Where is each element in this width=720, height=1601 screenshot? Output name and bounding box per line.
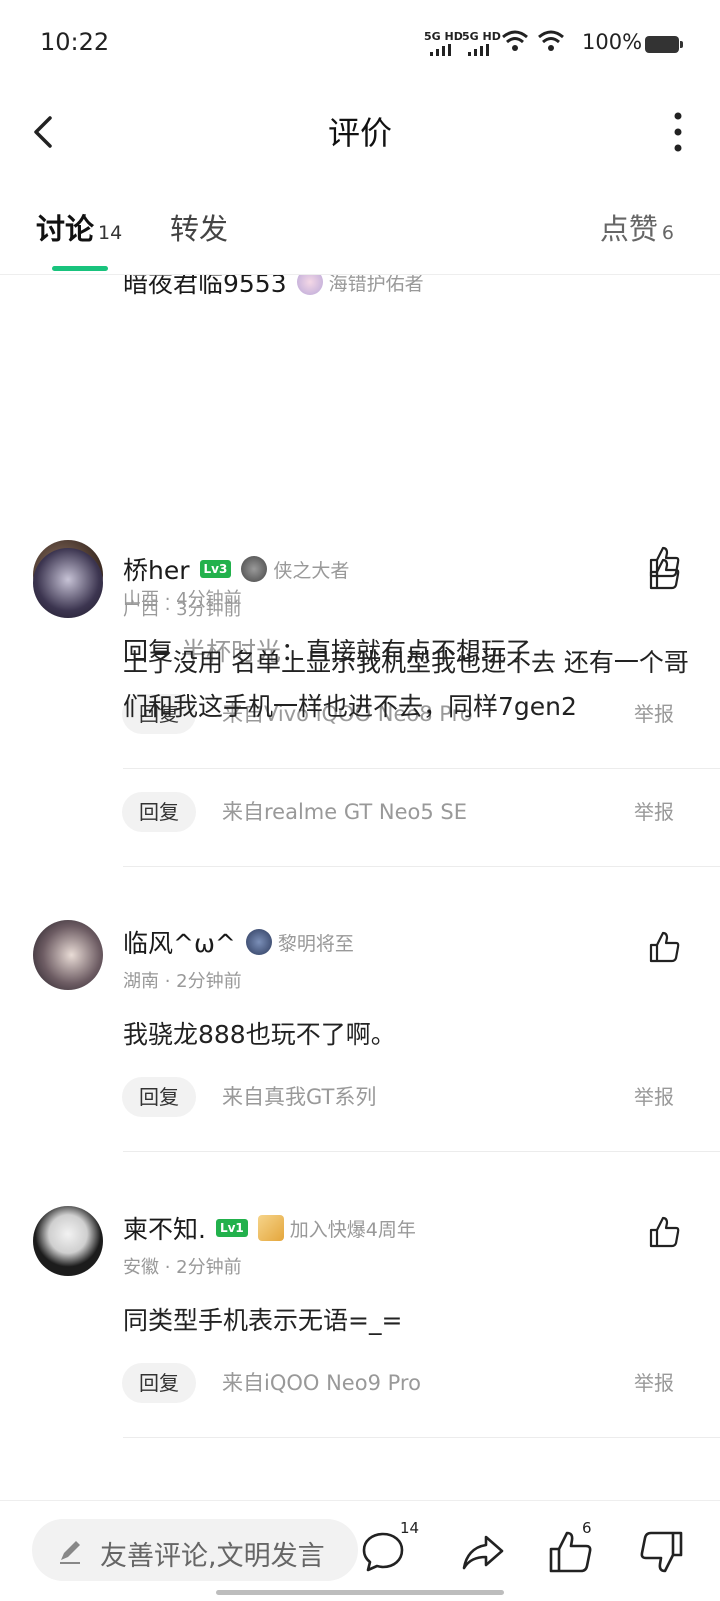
- tab-discussion-label: 讨论: [36, 212, 95, 246]
- avatar[interactable]: [33, 548, 103, 618]
- report-button[interactable]: 举报: [634, 1363, 674, 1403]
- like-count: 6: [582, 1519, 592, 1537]
- battery-percent: 100%: [582, 30, 643, 54]
- username: 柬不知.: [123, 1215, 206, 1244]
- comment-author[interactable]: 柬不知. Lv1 加入快爆4周年: [123, 1210, 416, 1246]
- more-vertical-icon[interactable]: [666, 108, 690, 156]
- reply-button[interactable]: 回复: [122, 1077, 196, 1117]
- tab-forward-label: 转发: [170, 212, 229, 246]
- app-bar: 评价: [0, 88, 720, 178]
- comment-input[interactable]: 友善评论,文明发言: [32, 1519, 358, 1581]
- tab-discussion[interactable]: 讨论 14: [36, 206, 122, 248]
- comment-text: 同类型手机表示无语=_=: [123, 1306, 403, 1335]
- comment-meta: 湖南 · 2分钟前: [123, 971, 242, 992]
- badge-title: 加入快爆4周年: [289, 1218, 416, 1241]
- active-tab-indicator: [52, 266, 108, 271]
- avatar[interactable]: [33, 920, 103, 990]
- comment-count: 14: [400, 1519, 420, 1537]
- reply-button[interactable]: 回复: [122, 792, 196, 832]
- signal-indicator-1: 5G HD: [424, 30, 463, 43]
- comment-text: 上了没用 名单上显示我机型我也进不去 还有一个哥们和我这手机一样也进不去，同样7…: [123, 648, 689, 721]
- comment-meta: 安徽 · 2分钟前: [123, 1257, 242, 1278]
- wifi-icon: [502, 30, 528, 51]
- badge-icon: [241, 556, 268, 582]
- device-info: 来自真我GT系列: [222, 1085, 377, 1109]
- badge-title: 海错护佑者: [328, 275, 424, 295]
- report-button[interactable]: 举报: [634, 792, 674, 832]
- thumb-up-icon[interactable]: [648, 930, 682, 964]
- badge-title: 黎明将至: [277, 932, 354, 955]
- signal-bars-icon: [468, 44, 489, 56]
- reply-button[interactable]: 回复: [122, 1363, 196, 1403]
- level-badge: Lv1: [215, 1219, 248, 1237]
- comment-meta: 广西 · 3分钟前: [123, 599, 242, 620]
- tab-likes-count: 6: [661, 222, 674, 244]
- divider: [123, 866, 720, 867]
- tab-likes[interactable]: 点赞 6: [600, 206, 674, 248]
- divider: [123, 1151, 720, 1152]
- comment-author[interactable]: 暗夜君临9553 海错护佑者: [123, 275, 424, 300]
- battery-icon: [645, 36, 683, 53]
- comment-author[interactable]: 桥her Lv3 侠之大者: [123, 551, 349, 587]
- badge-icon: [245, 929, 272, 955]
- level-badge: Lv3: [199, 560, 232, 578]
- signal-bars-icon: [430, 44, 451, 56]
- device-info: 来自realme GT Neo5 SE: [222, 800, 467, 824]
- thumb-up-icon[interactable]: [648, 557, 682, 591]
- tab-likes-label: 点赞: [599, 212, 658, 246]
- thumb-up-icon[interactable]: [648, 1215, 682, 1249]
- username: 临风^ω^: [123, 929, 236, 958]
- tab-bar: 讨论 14 转发 点赞 6: [0, 190, 720, 275]
- pen-icon: [60, 1541, 80, 1564]
- username: 桥her: [123, 556, 190, 585]
- wifi-icon: [538, 30, 564, 51]
- home-indicator[interactable]: [216, 1590, 504, 1595]
- divider: [123, 768, 720, 769]
- signal-indicator-2: 5G HD: [462, 30, 501, 43]
- username: 暗夜君临9553: [123, 275, 287, 298]
- status-time: 10:22: [40, 28, 110, 56]
- comment-author[interactable]: 临风^ω^ 黎明将至: [123, 924, 354, 960]
- device-info: 来自iQOO Neo9 Pro: [222, 1371, 421, 1395]
- thumb-down-icon[interactable]: [638, 1529, 684, 1575]
- report-button[interactable]: 举报: [634, 1077, 674, 1117]
- comment-text: 我骁龙888也玩不了啊。: [123, 1020, 396, 1049]
- status-bar: 10:22 5G HD 5G HD 100%: [0, 0, 720, 88]
- badge-icon: [296, 275, 323, 295]
- avatar[interactable]: [33, 1206, 103, 1276]
- share-icon[interactable]: [460, 1529, 506, 1575]
- page-title: 评价: [327, 114, 392, 152]
- tab-forward[interactable]: 转发: [170, 206, 228, 248]
- tab-discussion-count: 14: [98, 222, 123, 244]
- comment-list[interactable]: 暗夜君临9553 海错护佑者 山西 · 4分钟前 回复 半杯时光：直接就有点不想…: [0, 275, 720, 1500]
- comment-input-placeholder: 友善评论,文明发言: [100, 1541, 325, 1572]
- anniversary-badge-icon: [257, 1215, 284, 1241]
- badge-title: 侠之大者: [273, 559, 350, 582]
- divider: [123, 1437, 720, 1438]
- bottom-action-bar: 友善评论,文明发言 14 6: [0, 1500, 720, 1601]
